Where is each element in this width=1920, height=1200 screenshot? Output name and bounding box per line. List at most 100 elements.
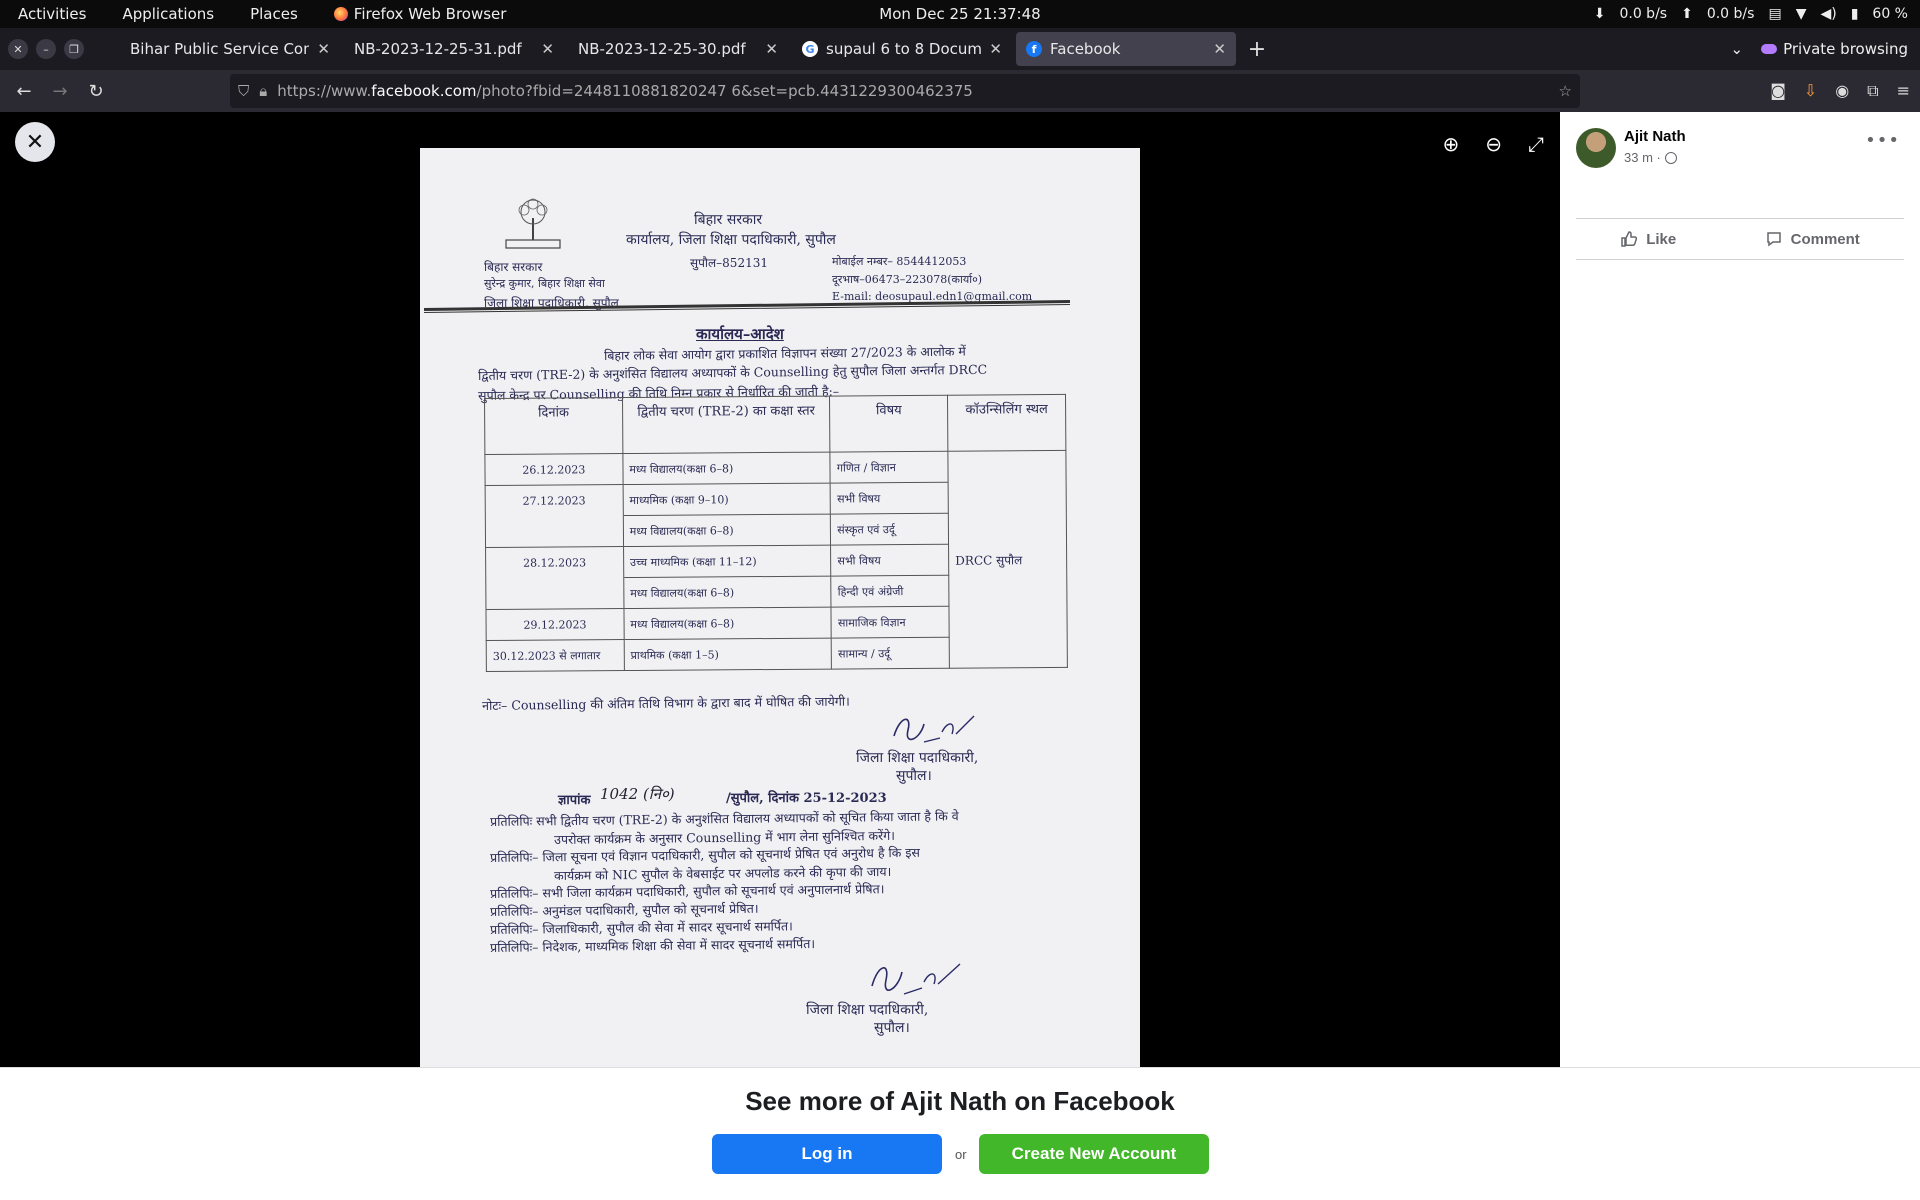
post-actions: Like Comment [1576,218,1904,260]
activities-button[interactable]: Activities [0,5,104,23]
signatory-title-1: जिला शिक्षा पदाधिकारी, [856,750,979,766]
firefox-icon [333,7,348,21]
signature-2 [871,963,961,995]
login-button[interactable]: Log in [712,1134,942,1174]
tab-close-icon[interactable]: ✕ [765,40,778,58]
new-tab-button[interactable]: + [1240,32,1274,66]
phone-line: दूरभाष–06473–223078(कार्या०) [832,273,983,286]
tab-facebook[interactable]: f Facebook ✕ [1016,32,1236,66]
header-venue: कॉउन्सिलिंग स्थल [947,394,1066,452]
more-options-icon[interactable]: ••• [1865,130,1900,151]
battery-level: 60 % [1872,6,1908,22]
tab-close-icon[interactable]: ✕ [317,40,330,58]
tab-close-icon[interactable]: ✕ [541,40,554,58]
comment-bubble-icon [1766,232,1781,247]
lock-icon[interactable]: 🔒︎ [259,82,267,100]
row-level: मध्य विद्यालय(कक्षा 6–8) [623,514,831,547]
account-icon[interactable]: ◉ [1835,81,1849,101]
create-account-button[interactable]: Create New Account [979,1134,1209,1174]
row-date: 26.12.2023 [484,453,623,486]
row-date [485,515,624,548]
tab-pdf-31[interactable]: NB-2023-12-25-31.pdf ✕ [344,32,564,66]
signatory-place-1: सुपौल। [896,768,932,784]
like-button[interactable]: Like [1620,230,1676,248]
signatory-title-2: जिला शिक्षा पदाधिकारी, [806,1002,929,1018]
avatar[interactable] [1576,128,1616,168]
close-photo-icon[interactable]: ✕ [15,122,55,162]
google-icon: G [802,41,818,57]
row-subject: सभी विषय [830,482,949,515]
pocket-icon[interactable]: ◙ [1770,81,1786,101]
upload-arrow-icon: ⬆ [1681,6,1693,22]
zoom-out-icon[interactable]: ⊖ [1485,132,1502,156]
post-author[interactable]: Ajit Nath [1624,128,1686,145]
tab-bpsc[interactable]: Bihar Public Service Commis ✕ [120,32,340,66]
row-date: 27.12.2023 [485,484,624,517]
places-menu[interactable]: Places [232,5,316,23]
row-date [485,577,624,610]
cc-line-8: प्रतिलिपिः– निदेशक, माध्यमिक शिक्षा की स… [490,936,816,955]
row-level: माध्यमिक (कक्षा 9–10) [622,483,831,516]
app-menu-hamburger-icon[interactable]: ≡ [1897,81,1910,101]
tracking-shield-icon[interactable]: ⛉ [238,82,249,100]
tab-google-doc[interactable]: G supaul 6 to 8 Document v ✕ [792,32,1012,66]
venue-cell: DRCC सुपौल [948,450,1068,669]
header-subject: विषय [829,395,949,453]
photo-viewer: ✕ ⊕ ⊖ ⤢ बिहार सरकार कार्यालय, जिला शिक्ष… [0,112,1560,1067]
memo-number-label: ज्ञापांक [558,793,591,808]
row-subject: गणित / विज्ञान [830,451,949,484]
pin-line: सुपौल–852131 [690,256,768,270]
forward-arrow-icon[interactable]: → [42,73,78,109]
globe-icon [1664,151,1677,164]
wifi-icon: ▼ [1795,6,1807,22]
fullscreen-icon[interactable]: ⤢ [1528,132,1544,156]
row-date: 30.12.2023 से लगातार [486,639,625,672]
tab-close-icon[interactable]: ✕ [989,40,1002,58]
row-level: उच्च माध्यमिक (कक्षा 11–12) [623,545,832,578]
tab-title: supaul 6 to 8 Document v [826,40,982,58]
download-arrow-icon: ⬇ [1593,6,1606,22]
private-browsing-label: Private browsing [1783,40,1908,58]
clock[interactable]: Mon Dec 25 21:37:48 [879,5,1040,23]
memo-date-line: /सुपौल, दिनांक 25-12-2023 [726,791,887,806]
system-top-bar: Activities Applications Places Firefox W… [0,0,1920,28]
tab-close-icon[interactable]: ✕ [1213,40,1226,58]
row-subject: हिन्दी एवं अंग्रेजी [831,575,950,608]
row-subject: सभी विषय [830,544,949,577]
back-arrow-icon[interactable]: ← [6,73,42,109]
left-header-1: बिहार सरकार [484,260,543,274]
system-tray[interactable]: ⬇ 0.0 b/s ⬆ 0.0 b/s ▤ ▼ ◀) ▮ 60 % [1594,6,1908,22]
downloads-icon[interactable]: ⇩ [1804,81,1817,101]
reload-icon[interactable]: ↻ [78,73,114,109]
bookmark-star-icon[interactable]: ☆ [1559,82,1572,100]
active-app-menu[interactable]: Firefox Web Browser [316,5,525,23]
post-meta: 33 m · [1624,150,1677,165]
post-time[interactable]: 33 m · [1624,150,1661,165]
url-bar[interactable]: ⛉ 🔒︎ https://www.facebook.com/photo?fbid… [230,74,1580,108]
tab-title: Bihar Public Service Commis [130,40,309,58]
private-browsing-indicator: Private browsing [1761,40,1908,58]
header-date: दिनांक [484,397,623,455]
zoom-in-icon[interactable]: ⊕ [1442,132,1459,156]
url-text[interactable]: https://www.facebook.com/photo?fbid=2448… [277,82,1548,100]
extensions-icon[interactable]: ⧉ [1867,81,1878,101]
restore-window-icon[interactable]: ❐ [64,39,84,59]
tab-pdf-30[interactable]: NB-2023-12-25-30.pdf ✕ [568,32,788,66]
counselling-schedule-table: दिनांक द्वितीय चरण (TRE-2) का कक्षा स्तर… [484,394,1068,672]
battery-icon: ▮ [1850,6,1859,22]
office-name: कार्यालय, जिला शिक्षा पदाधिकारी, सुपौल [626,232,836,248]
login-banner: See more of Ajit Nath on Facebook Log in… [0,1067,1920,1200]
applications-menu[interactable]: Applications [104,5,232,23]
comment-button[interactable]: Comment [1765,230,1860,248]
like-label: Like [1646,230,1677,248]
list-all-tabs-chevron-icon[interactable]: ⌄ [1731,40,1744,58]
note-line: नोटः– Counselling की अंतिम तिथि विभाग के… [482,693,850,713]
memo-handwritten: 1042 (नि०) [600,785,675,803]
navigation-toolbar: ← → ↻ ⛉ 🔒︎ https://www.facebook.com/phot… [0,70,1920,112]
minimize-window-icon[interactable]: – [36,39,56,59]
row-level: मध्य विद्यालय(कक्षा 6–8) [623,607,832,640]
row-level: प्राथमिक (कक्षा 1–5) [623,638,832,671]
row-date: 29.12.2023 [485,608,624,641]
volume-icon: ◀) [1820,6,1837,22]
close-window-icon[interactable]: ✕ [8,39,28,59]
